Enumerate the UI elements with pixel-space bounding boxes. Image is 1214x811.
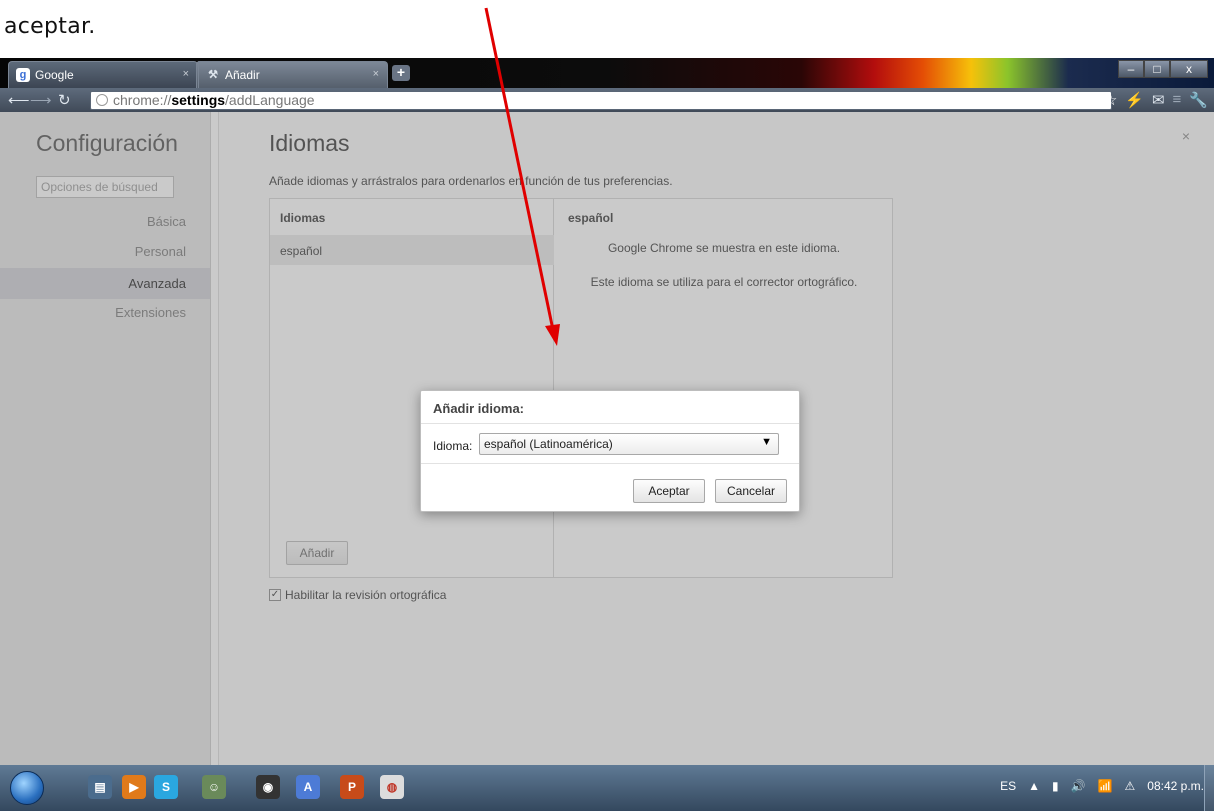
language-select[interactable]: español (Latinoamérica) ▼ (479, 433, 779, 455)
dialog-divider (421, 423, 799, 424)
title-bar: g Google × + – □ x (0, 58, 1214, 88)
browser-icon[interactable]: ◉ (256, 775, 280, 799)
tab-close-icon[interactable]: × (183, 68, 189, 80)
skype-icon[interactable]: S (154, 775, 178, 799)
address-bar[interactable]: chrome://settings/addLanguage (90, 91, 1112, 110)
settings-page: Configuración Opciones de búsqued Básica… (0, 112, 1214, 765)
windows-taskbar: ▤ ▶ S ☺ ◉ A P ◍ ES ▲ ▮ 🔊 📶 ⚠ 08:42 p.m. (0, 765, 1214, 811)
page-info-icon (96, 94, 108, 106)
tab-google[interactable]: g Google × (8, 61, 198, 88)
new-tab-button-visible[interactable]: + (392, 65, 410, 81)
explorer-icon[interactable]: ▤ (88, 775, 112, 799)
back-arrow-icon[interactable]: ⟵ (8, 91, 30, 109)
mail-extension-icon[interactable]: ✉ (1152, 91, 1165, 109)
accept-button[interactable]: Aceptar (633, 479, 705, 503)
language-select-label: Idioma: (433, 439, 473, 453)
dropdown-arrow-icon: ▼ (761, 436, 772, 448)
tab-close-icon[interactable]: × (373, 68, 379, 80)
show-desktop-button[interactable] (1204, 765, 1214, 811)
dialog-divider (421, 463, 799, 464)
browser-window: g Google × + – □ x (0, 58, 1214, 811)
clock[interactable]: 08:42 p.m. (1147, 779, 1204, 793)
chrome-icon[interactable]: ◍ (380, 775, 404, 799)
url-host: settings (171, 92, 226, 108)
lightning-extension-icon[interactable]: ⚡ (1125, 91, 1144, 109)
language-select-value: español (Latinoamérica) (484, 437, 613, 451)
maximize-button[interactable]: □ (1144, 60, 1170, 78)
device-icon[interactable]: ▮ (1052, 779, 1059, 793)
users-icon[interactable]: ☺ (202, 775, 226, 799)
network-icon[interactable]: 📶 (1098, 779, 1113, 793)
minimize-button[interactable]: – (1118, 60, 1144, 78)
toolbar-icons: ☆ ⚡ ✉ ≡ 🔧 (1104, 91, 1208, 109)
url-path: /addLanguage (225, 92, 315, 108)
start-button[interactable] (10, 771, 44, 805)
close-window-button[interactable]: x (1170, 60, 1208, 78)
volume-icon[interactable]: 🔊 (1071, 779, 1086, 793)
wrench-favicon-icon: ⚒ (208, 69, 218, 81)
tab-anadir[interactable]: ⚒ Añadir × (198, 61, 388, 88)
forward-arrow-icon[interactable]: ⟶ (30, 91, 52, 109)
reload-icon[interactable]: ↻ (58, 91, 71, 109)
browser-toolbar: ⟵ ⟶ ↻ chrome://settings/addLanguage ☆ ⚡ … (0, 88, 1214, 112)
window-controls: – □ x (1118, 60, 1208, 78)
system-tray: ES ▲ ▮ 🔊 📶 ⚠ 08:42 p.m. (1000, 779, 1204, 793)
add-language-dialog: Añadir idioma: Idioma: español (Latinoam… (420, 390, 800, 512)
star-icon[interactable]: ☆ (1104, 91, 1117, 109)
wrench-icon[interactable]: 🔧 (1189, 91, 1208, 109)
aol-icon[interactable]: A (296, 775, 320, 799)
tab-label: Google (35, 68, 74, 82)
instruction-caption: aceptar. (4, 14, 96, 39)
powerpoint-icon[interactable]: P (340, 775, 364, 799)
url-prefix: chrome:// (113, 92, 172, 108)
menu-icon[interactable]: ≡ (1173, 91, 1182, 109)
alert-icon[interactable]: ⚠ (1125, 779, 1136, 793)
language-indicator[interactable]: ES (1000, 779, 1016, 793)
cancel-button[interactable]: Cancelar (715, 479, 787, 503)
media-player-icon[interactable]: ▶ (122, 775, 146, 799)
tab-label: Añadir (225, 68, 260, 82)
dialog-title: Añadir idioma: (433, 401, 525, 416)
tray-arrow-icon[interactable]: ▲ (1028, 779, 1040, 793)
google-favicon-icon: g (16, 68, 30, 82)
